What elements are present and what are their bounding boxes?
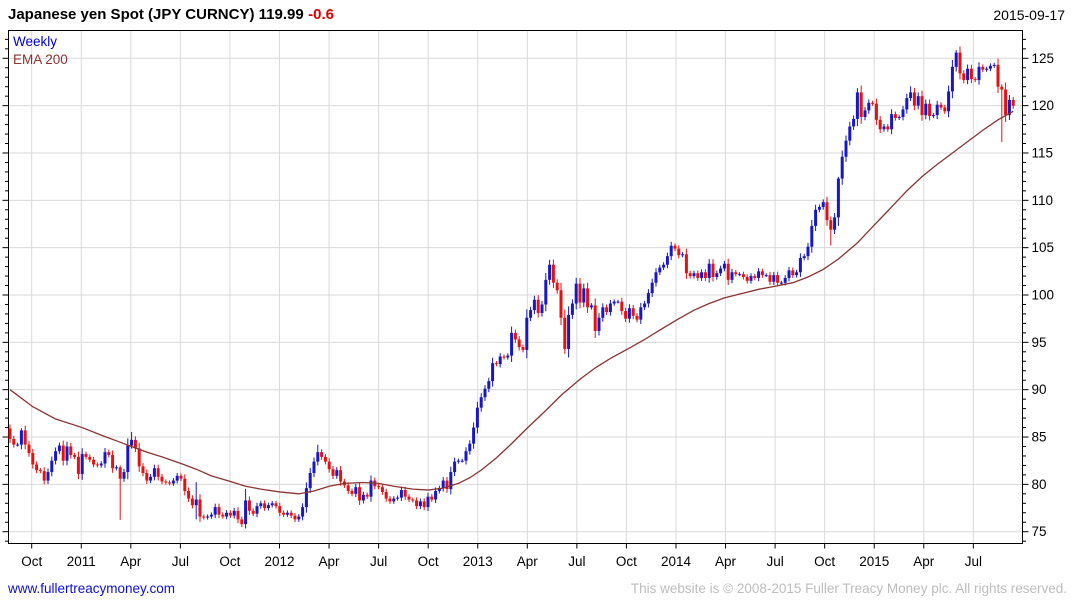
x-tick-label: Oct [616,554,637,569]
legend-ema-200-label: EMA 200 [13,52,68,67]
x-tick-label: Oct [21,554,42,569]
y-tick-label: 75 [1032,524,1047,539]
x-tick-label: Oct [418,554,439,569]
x-tick-label: 2011 [67,554,96,569]
x-tick-label: 2014 [661,554,692,569]
x-tick-label: Oct [219,554,240,569]
y-tick-label: 85 [1032,430,1047,445]
y-tick-label: 120 [1032,98,1055,113]
x-tick-label: 2015 [859,554,889,569]
x-tick-label: Jul [172,554,189,569]
legend: Weekly EMA 200 [13,33,68,69]
y-tick-label: 100 [1032,288,1055,303]
candlestick-chart[interactable]: Oct 2011 Apr Jul Oct 2012 Apr Jul Oct 2013 Apr Jul O… [0,0,1075,600]
y-tick-label: 95 [1032,335,1047,350]
chart-page: Japanese yen Spot (JPY CURNCY) 119.99 -0… [0,0,1075,600]
x-tick-label: Jul [965,554,982,569]
legend-weekly-label: Weekly [13,34,58,49]
y-tick-label: 80 [1032,477,1047,492]
x-tick-label: Oct [814,554,835,569]
x-tick-label: Apr [319,554,341,569]
x-tick-label: Apr [913,554,935,569]
x-tick-label: Jul [370,554,387,569]
x-tick-label: Apr [517,554,539,569]
x-tick-label: 2013 [463,554,493,569]
x-tick-label: Apr [120,554,142,569]
x-tick-label: Jul [766,554,783,569]
y-tick-label: 90 [1032,382,1047,397]
website-link[interactable]: www.fullertreacymoney.com [8,581,175,596]
gridlines [8,30,1023,544]
y-tick-label: 125 [1032,51,1055,66]
copyright-text: This website is © 2008-2015 Fuller Treac… [630,581,1067,596]
y-tick-label: 115 [1032,145,1054,160]
x-tick-label: Apr [715,554,737,569]
y-tick-label: 110 [1032,193,1054,208]
ema-line [9,110,1014,495]
y-tick-label: 105 [1032,240,1055,255]
footer: www.fullertreacymoney.com This website i… [8,578,1067,596]
x-tick-label: Jul [568,554,585,569]
x-tick-label: 2012 [264,554,294,569]
